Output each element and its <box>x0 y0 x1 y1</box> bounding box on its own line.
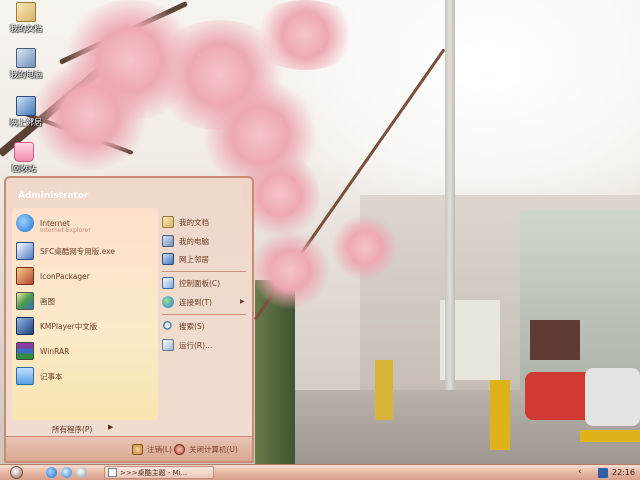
start-menu-item-label: 记事本 <box>40 371 63 381</box>
logoff-label: 注销(L) <box>147 445 173 454</box>
network-places-icon <box>162 253 174 265</box>
network-places-icon <box>16 96 36 116</box>
wallpaper-railing <box>375 360 393 420</box>
media-player-icon[interactable] <box>76 467 87 478</box>
system-tray: 22:16 <box>595 465 640 480</box>
window-icon <box>108 468 117 477</box>
run-icon <box>162 339 174 351</box>
control-panel-icon <box>162 277 174 289</box>
start-menu-right-label: 运行(R)... <box>179 340 213 350</box>
search-icon <box>162 320 174 332</box>
start-menu-right-label: 搜索(S) <box>179 321 205 331</box>
start-menu-item-sfc[interactable]: SFC桌酷网专用版.exe <box>16 240 115 262</box>
desktop-icon-network-places[interactable]: 网上邻居 <box>0 96 52 128</box>
arrow-right-icon: ▶ <box>108 423 114 431</box>
start-menu-item-label: 画图 <box>40 296 55 306</box>
start-button[interactable] <box>0 465 32 480</box>
connect-to-icon <box>162 296 174 308</box>
start-menu-right-network-places[interactable]: 网上邻居 <box>162 251 209 267</box>
clock[interactable]: 22:16 <box>612 468 635 477</box>
shutdown-label: 关闭计算机(U) <box>189 445 238 454</box>
wallpaper-blossom <box>250 0 360 70</box>
desktop-icon-my-computer[interactable]: 我的电脑 <box>0 48 52 80</box>
start-orb-icon <box>9 466 23 479</box>
internet-explorer-icon <box>16 214 34 232</box>
logoff-button[interactable]: 注销(L) <box>132 444 172 455</box>
wallpaper-blossom <box>330 215 400 280</box>
wallpaper-railing <box>580 430 640 442</box>
desktop-icon-label: 网上邻居 <box>10 118 42 127</box>
start-menu-right-connect-to[interactable]: 连接到(T) <box>162 294 212 310</box>
start-menu-right-my-documents[interactable]: 我的文档 <box>162 214 209 230</box>
wallpaper-building <box>530 320 580 360</box>
start-menu-right-label: 连接到(T) <box>179 297 212 307</box>
desktop-icon-label: 我的文档 <box>10 24 42 33</box>
network-tray-icon[interactable] <box>598 467 608 478</box>
internet-explorer-icon[interactable] <box>46 467 57 478</box>
start-menu-right-label: 我的电脑 <box>179 236 209 246</box>
paint-icon <box>16 292 34 310</box>
start-menu-right-control-panel[interactable]: 控制面板(C) <box>162 275 220 291</box>
shutdown-icon <box>174 444 185 455</box>
sfc-exe-icon <box>16 242 34 260</box>
start-menu-item-sublabel: Internet Explorer <box>40 227 91 234</box>
iconpackager-icon <box>16 267 34 285</box>
all-programs-button[interactable]: 所有程序(P) <box>52 424 92 435</box>
start-menu-item-paint[interactable]: 画图 <box>16 290 55 312</box>
kmplayer-icon <box>16 317 34 335</box>
wallpaper-railing <box>490 380 510 450</box>
start-menu-right-run[interactable]: 运行(R)... <box>162 337 212 353</box>
start-menu-item-label: WinRAR <box>40 346 70 356</box>
start-menu-item-kmplayer[interactable]: KMPlayer中文版 <box>16 315 97 337</box>
start-menu-item-winrar[interactable]: WinRAR <box>16 340 69 362</box>
my-computer-icon <box>16 48 36 68</box>
arrow-right-icon: ▶ <box>240 298 245 305</box>
start-menu-item-notepad[interactable]: 记事本 <box>16 365 63 387</box>
desktop-icon-label: 回收站 <box>12 164 36 173</box>
start-menu-right-label: 网上邻居 <box>179 254 209 264</box>
desktop-icon-recycle-bin[interactable]: 回收站 <box>0 142 50 174</box>
notepad-icon <box>16 367 34 385</box>
start-menu-separator <box>162 314 246 315</box>
recycle-bin-icon <box>14 142 34 162</box>
start-menu-bottom-bar: 注销(L) 关闭计算机(U) <box>6 436 252 461</box>
shutdown-button[interactable]: 关闭计算机(U) <box>174 444 238 455</box>
start-menu-item-label: SFC桌酷网专用版.exe <box>40 246 115 256</box>
my-computer-icon <box>162 235 174 247</box>
start-menu-right-label: 我的文档 <box>179 217 209 227</box>
start-menu-right-label: 控制面板(C) <box>179 278 221 288</box>
wallpaper-pole <box>445 0 455 420</box>
tray-expand-icon[interactable]: ‹ <box>578 467 582 477</box>
my-documents-icon <box>16 2 36 22</box>
start-menu-programs-pane: Internet Internet Explorer SFC桌酷网专用版.exe… <box>12 208 158 420</box>
start-menu-user-name: Administrator <box>18 191 89 201</box>
globe-icon[interactable] <box>61 467 72 478</box>
start-menu-item-label: IconPackager <box>40 271 90 281</box>
desktop-icon-my-documents[interactable]: 我的文档 <box>0 2 52 34</box>
taskbar-window-button[interactable]: >>>桌酷主题 - Mi... <box>104 466 214 479</box>
logoff-icon <box>132 444 143 455</box>
wallpaper-car <box>585 368 640 426</box>
start-menu-item-internet[interactable]: Internet Internet Explorer <box>16 212 91 234</box>
winrar-icon <box>16 342 34 360</box>
wallpaper-blossom <box>250 230 330 310</box>
start-menu-item-iconpackager[interactable]: IconPackager <box>16 265 90 287</box>
my-documents-icon <box>162 216 174 228</box>
start-menu-right-search[interactable]: 搜索(S) <box>162 318 205 334</box>
desktop-icon-label: 我的电脑 <box>10 70 42 79</box>
start-menu-right-my-computer[interactable]: 我的电脑 <box>162 233 209 249</box>
taskbar-window-label: >>>桌酷主题 - Mi... <box>120 468 188 477</box>
start-menu-separator <box>162 271 246 272</box>
taskbar: >>>桌酷主题 - Mi... ‹ 22:16 <box>0 464 640 480</box>
start-menu-item-label: KMPlayer中文版 <box>40 321 98 331</box>
start-menu: Administrator Internet Internet Explorer… <box>4 176 254 463</box>
